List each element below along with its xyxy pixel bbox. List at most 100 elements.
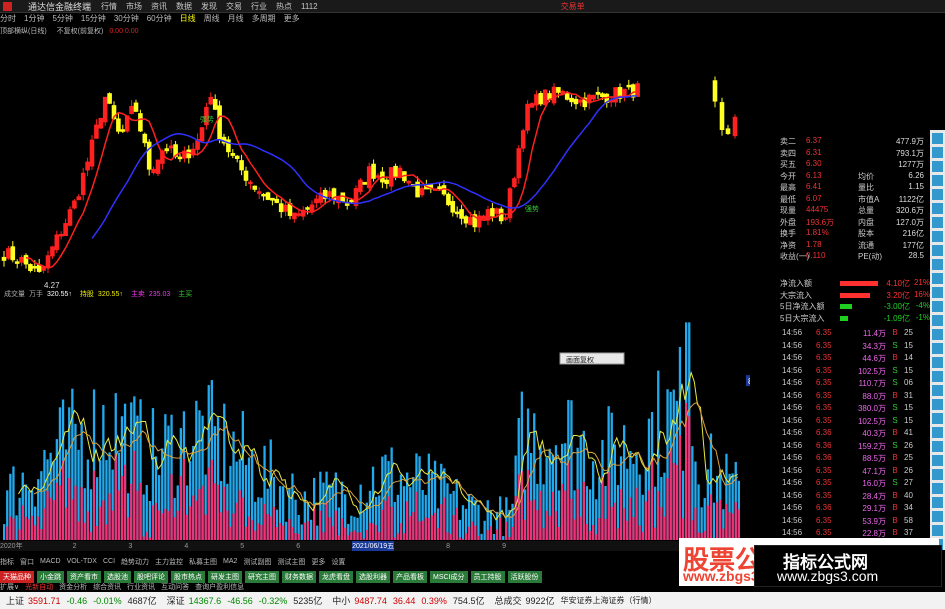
- feature-tab[interactable]: 活跃股份: [507, 570, 542, 583]
- toolbar-button[interactable]: [932, 455, 943, 466]
- toolbar-button[interactable]: [932, 203, 943, 214]
- period-tab[interactable]: 30分钟: [114, 13, 139, 24]
- toolbar-button[interactable]: [932, 245, 943, 256]
- toolbar-button[interactable]: [932, 175, 943, 186]
- toolbar-button[interactable]: [932, 371, 943, 382]
- feature-tab[interactable]: 研发主图: [208, 570, 242, 583]
- feature-tab[interactable]: 资产看市: [67, 570, 101, 583]
- candle: [498, 206, 504, 225]
- feature-tab[interactable]: 天猫品种: [0, 570, 34, 583]
- indicator-tab[interactable]: 设置: [331, 557, 345, 567]
- menu-news[interactable]: 资讯: [151, 1, 167, 12]
- toolbar-button[interactable]: [932, 189, 943, 200]
- menu-industry[interactable]: 行业: [251, 1, 267, 12]
- indicator-tab[interactable]: MA2: [223, 558, 237, 565]
- indicator-tab[interactable]: 测试副图: [243, 557, 271, 567]
- toolbar-button[interactable]: [932, 413, 943, 424]
- feature-tab[interactable]: 龙虎看盘: [319, 570, 353, 583]
- period-tab[interactable]: 15分钟: [81, 13, 106, 24]
- indicator-tab[interactable]: 指标: [0, 557, 14, 567]
- toolbar-button[interactable]: [932, 343, 943, 354]
- volume-chart[interactable]: 1200011000100009000800070006000500040003…: [0, 300, 750, 540]
- sh-label[interactable]: 上证: [6, 594, 24, 607]
- volume-bar: [430, 471, 434, 540]
- volume-bar: [322, 482, 325, 540]
- menu-1112[interactable]: 1112: [301, 2, 318, 11]
- volume-bar: [396, 494, 399, 540]
- menu-data[interactable]: 数据: [176, 1, 192, 12]
- toolbar-button[interactable]: [932, 399, 943, 410]
- extension-item[interactable]: 互动问答: [161, 582, 189, 592]
- feature-tab[interactable]: 财务数据: [282, 570, 316, 583]
- toolbar-button[interactable]: [932, 511, 943, 522]
- toolbar-button[interactable]: [932, 483, 943, 494]
- toolbar-button[interactable]: [932, 385, 943, 396]
- toolbar-button[interactable]: [932, 273, 943, 284]
- toolbar-button[interactable]: [932, 427, 943, 438]
- indicator-tab[interactable]: MACD: [40, 558, 61, 565]
- toolbar-button[interactable]: [932, 259, 943, 270]
- volume-bar: [502, 536, 505, 540]
- extension-item[interactable]: 光新自动: [25, 582, 53, 592]
- toolbar-button[interactable]: [932, 231, 943, 242]
- toolbar-button[interactable]: [932, 329, 943, 340]
- side-toolbar[interactable]: [930, 130, 945, 550]
- indicator-tab[interactable]: 趋势动力: [121, 557, 149, 567]
- menu-hot[interactable]: 热点: [276, 1, 292, 12]
- period-tab[interactable]: 1分钟: [24, 13, 44, 24]
- extension-item[interactable]: 查询户盈利信息: [195, 582, 244, 592]
- feature-tab[interactable]: 选股利器: [356, 570, 390, 583]
- toolbar-button[interactable]: [932, 161, 943, 172]
- period-tab[interactable]: 日线: [180, 13, 196, 24]
- feature-tab[interactable]: 研究主图: [245, 570, 279, 583]
- feature-tab[interactable]: 产品看板: [393, 570, 427, 583]
- indicator-tab[interactable]: 主力监控: [155, 557, 183, 567]
- quote-value2: 177亿: [902, 240, 924, 250]
- indicator-tab[interactable]: 测试主图: [277, 557, 305, 567]
- menu-hq[interactable]: 行情: [101, 1, 117, 12]
- trade-button[interactable]: 交易单: [561, 1, 585, 12]
- toolbar-button[interactable]: [932, 301, 943, 312]
- period-tab[interactable]: 周线: [204, 13, 220, 24]
- period-tab[interactable]: 60分钟: [147, 13, 172, 24]
- extension-item[interactable]: 综合资讯: [93, 582, 121, 592]
- toolbar-button[interactable]: [932, 441, 943, 452]
- zx-label[interactable]: 中小: [332, 594, 350, 607]
- toolbar-button[interactable]: [932, 497, 943, 508]
- feature-tab[interactable]: MSCI成分: [430, 570, 468, 583]
- menu-trade[interactable]: 交易: [226, 1, 242, 12]
- toolbar-button[interactable]: [932, 147, 943, 158]
- period-tab[interactable]: 更多: [284, 13, 300, 24]
- extension-item[interactable]: 行业资讯: [127, 582, 155, 592]
- period-tab[interactable]: 月线: [228, 13, 244, 24]
- toolbar-button[interactable]: [932, 469, 943, 480]
- period-tab[interactable]: 5分钟: [52, 13, 72, 24]
- indicator-tab[interactable]: 更多: [311, 557, 325, 567]
- indicator-tab[interactable]: 私募主图: [189, 557, 217, 567]
- feature-tab[interactable]: 股吧评论: [134, 570, 168, 583]
- feature-tab[interactable]: 股市热点: [171, 570, 205, 583]
- toolbar-button[interactable]: [932, 357, 943, 368]
- adjust-mode[interactable]: 不复权(前复权): [57, 26, 104, 36]
- price-chart[interactable]: 4.27强势强势6.506.005.505.004.50: [0, 36, 750, 288]
- toolbar-button[interactable]: [932, 133, 943, 144]
- extension-item[interactable]: 资金分析: [59, 582, 87, 592]
- indicator-tab[interactable]: 窗口: [20, 557, 34, 567]
- period-tab[interactable]: 分时: [0, 13, 16, 24]
- volume-bar: [626, 468, 629, 540]
- extension-item[interactable]: 扩展∨: [0, 582, 19, 592]
- feature-tab[interactable]: 员工持股: [470, 570, 505, 583]
- feature-tab[interactable]: 小金跳: [37, 570, 64, 583]
- toolbar-button[interactable]: [932, 217, 943, 228]
- indicator-tab[interactable]: CCI: [103, 558, 115, 565]
- sz-label[interactable]: 深证: [167, 594, 185, 607]
- menu-discover[interactable]: 发现: [201, 1, 217, 12]
- toolbar-button[interactable]: [932, 315, 943, 326]
- volume-bar: [598, 477, 601, 540]
- indicator-tab[interactable]: VOL-TDX: [67, 558, 97, 565]
- menu-market[interactable]: 市场: [126, 1, 142, 12]
- toolbar-button[interactable]: [932, 287, 943, 298]
- period-tab[interactable]: 多周期: [252, 13, 276, 24]
- toolbar-button[interactable]: [932, 525, 943, 536]
- feature-tab[interactable]: 选股池: [104, 570, 131, 583]
